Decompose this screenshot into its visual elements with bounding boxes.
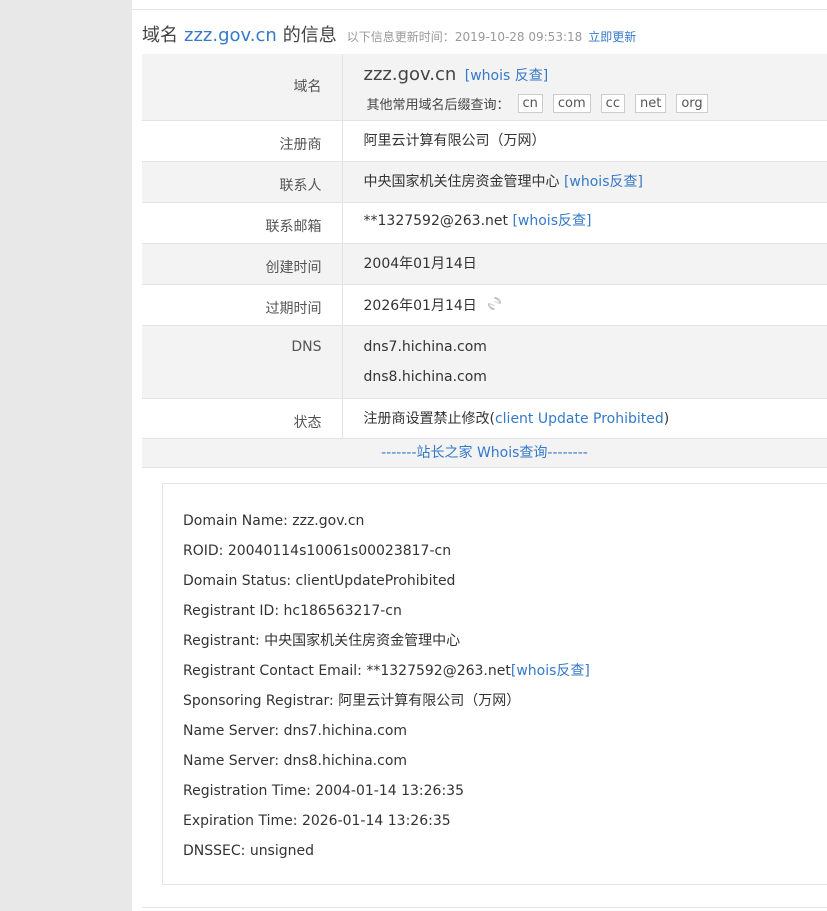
update-label: 以下信息更新时间： <box>346 30 455 44</box>
top-strip <box>132 0 827 10</box>
domain-whois-reverse-link[interactable]: [whois 反查] <box>465 68 548 84</box>
raw-line: Sponsoring Registrar: 阿里云计算有限公司（万网） <box>183 693 521 709</box>
label-status: 状态 <box>293 415 322 431</box>
label-email: 联系邮箱 <box>265 219 322 235</box>
raw-email-whois-reverse-link[interactable]: [whois反查] <box>511 663 590 679</box>
email-whois-reverse-link[interactable]: [whois反查] <box>512 213 591 229</box>
raw-line: ROID: 20040114s10061s00023817-cn <box>183 543 452 559</box>
raw-line: DNSSEC: unsigned <box>183 843 315 859</box>
bottom-divider <box>142 907 827 908</box>
table-row-email: 联系邮箱 **1327592@263.net [whois反查] <box>142 202 827 244</box>
suffix-cn-button[interactable]: cn <box>517 94 543 113</box>
raw-line: Name Server: dns8.hichina.com <box>183 753 408 769</box>
raw-line: Registration Time: 2004-01-14 13:26:35 <box>183 783 464 799</box>
domain-value: zzz.gov.cn <box>363 64 457 85</box>
expires-value: 2026年01月14日 <box>363 298 477 314</box>
table-row-status: 状态 注册商设置禁止修改(client Update Prohibited) <box>142 398 827 439</box>
whois-info-table: 域名 zzz.gov.cn [whois 反查] 其他常用域名后缀查询： cn … <box>142 54 827 439</box>
main-panel: 域名 zzz.gov.cn 的信息 以下信息更新时间： 2019-10-28 0… <box>132 0 827 911</box>
contact-whois-reverse-link[interactable]: [whois反查] <box>564 174 643 190</box>
table-row-registrar: 注册商 阿里云计算有限公司（万网） <box>142 120 827 162</box>
status-close-paren: ) <box>663 411 670 427</box>
raw-line: Expiration Time: 2026-01-14 13:26:35 <box>183 813 451 829</box>
raw-line: Domain Status: clientUpdateProhibited <box>183 573 456 589</box>
table-row-expires: 过期时间 2026年01月14日 <box>142 284 827 326</box>
whois-query-link[interactable]: -------站长之家 Whois查询-------- <box>381 445 588 461</box>
created-value: 2004年01月14日 <box>363 256 477 272</box>
update-time: 2019-10-28 09:53:18 <box>454 30 583 44</box>
raw-line: Registrant: 中央国家机关住房资金管理中心 <box>183 633 461 649</box>
table-row-dns: DNS dns7.hichina.com dns8.hichina.com <box>142 325 827 399</box>
refresh-now-link[interactable]: 立即更新 <box>588 28 636 45</box>
title-suffix: 的信息 <box>282 25 337 46</box>
status-value: 注册商设置禁止修改( <box>363 411 495 427</box>
label-created: 创建时间 <box>265 260 322 276</box>
status-client-update-prohibited-link[interactable]: client Update Prohibited <box>495 411 664 427</box>
raw-line: Name Server: dns7.hichina.com <box>183 723 408 739</box>
table-row-contact: 联系人 中央国家机关住房资金管理中心 [whois反查] <box>142 161 827 203</box>
table-row-domain: 域名 zzz.gov.cn [whois 反查] 其他常用域名后缀查询： cn … <box>142 54 827 121</box>
suffix-cc-button[interactable]: cc <box>600 94 625 113</box>
contact-value: 中央国家机关住房资金管理中心 <box>363 174 560 190</box>
whois-query-bar: -------站长之家 Whois查询-------- <box>142 438 827 468</box>
table-row-created: 创建时间 2004年01月14日 <box>142 243 827 285</box>
email-value: **1327592@263.net <box>363 213 509 229</box>
label-contact: 联系人 <box>279 178 322 194</box>
suffix-label: 其他常用域名后缀查询： <box>366 98 510 113</box>
raw-line: Domain Name: zzz.gov.cn <box>183 513 365 529</box>
title-domain-link[interactable]: zzz.gov.cn <box>184 25 277 46</box>
title-prefix: 域名 <box>142 25 178 46</box>
suffix-query: 其他常用域名后缀查询： cn com cc net org <box>364 94 827 113</box>
raw-email-text: Registrant Contact Email: **1327592@263.… <box>183 663 511 679</box>
page-title: 域名 zzz.gov.cn 的信息 以下信息更新时间： 2019-10-28 0… <box>142 21 636 51</box>
refresh-icon[interactable] <box>487 296 502 311</box>
label-domain: 域名 <box>293 79 322 95</box>
dns-server-2: dns8.hichina.com <box>363 369 487 385</box>
raw-line-email: Registrant Contact Email: **1327592@263.… <box>183 662 590 692</box>
dns-server-1: dns7.hichina.com <box>363 339 487 355</box>
suffix-net-button[interactable]: net <box>634 94 667 113</box>
label-registrar: 注册商 <box>279 137 322 153</box>
suffix-com-button[interactable]: com <box>552 94 591 113</box>
raw-line: Registrant ID: hc186563217-cn <box>183 603 402 619</box>
raw-whois-box: Domain Name: zzz.gov.cn ROID: 20040114s1… <box>162 483 827 885</box>
raw-whois-list: Domain Name: zzz.gov.cn ROID: 20040114s1… <box>183 512 590 872</box>
label-expires: 过期时间 <box>265 301 322 317</box>
label-dns: DNS <box>291 339 322 355</box>
suffix-org-button[interactable]: org <box>676 94 708 113</box>
registrar-value: 阿里云计算有限公司（万网） <box>363 133 546 149</box>
